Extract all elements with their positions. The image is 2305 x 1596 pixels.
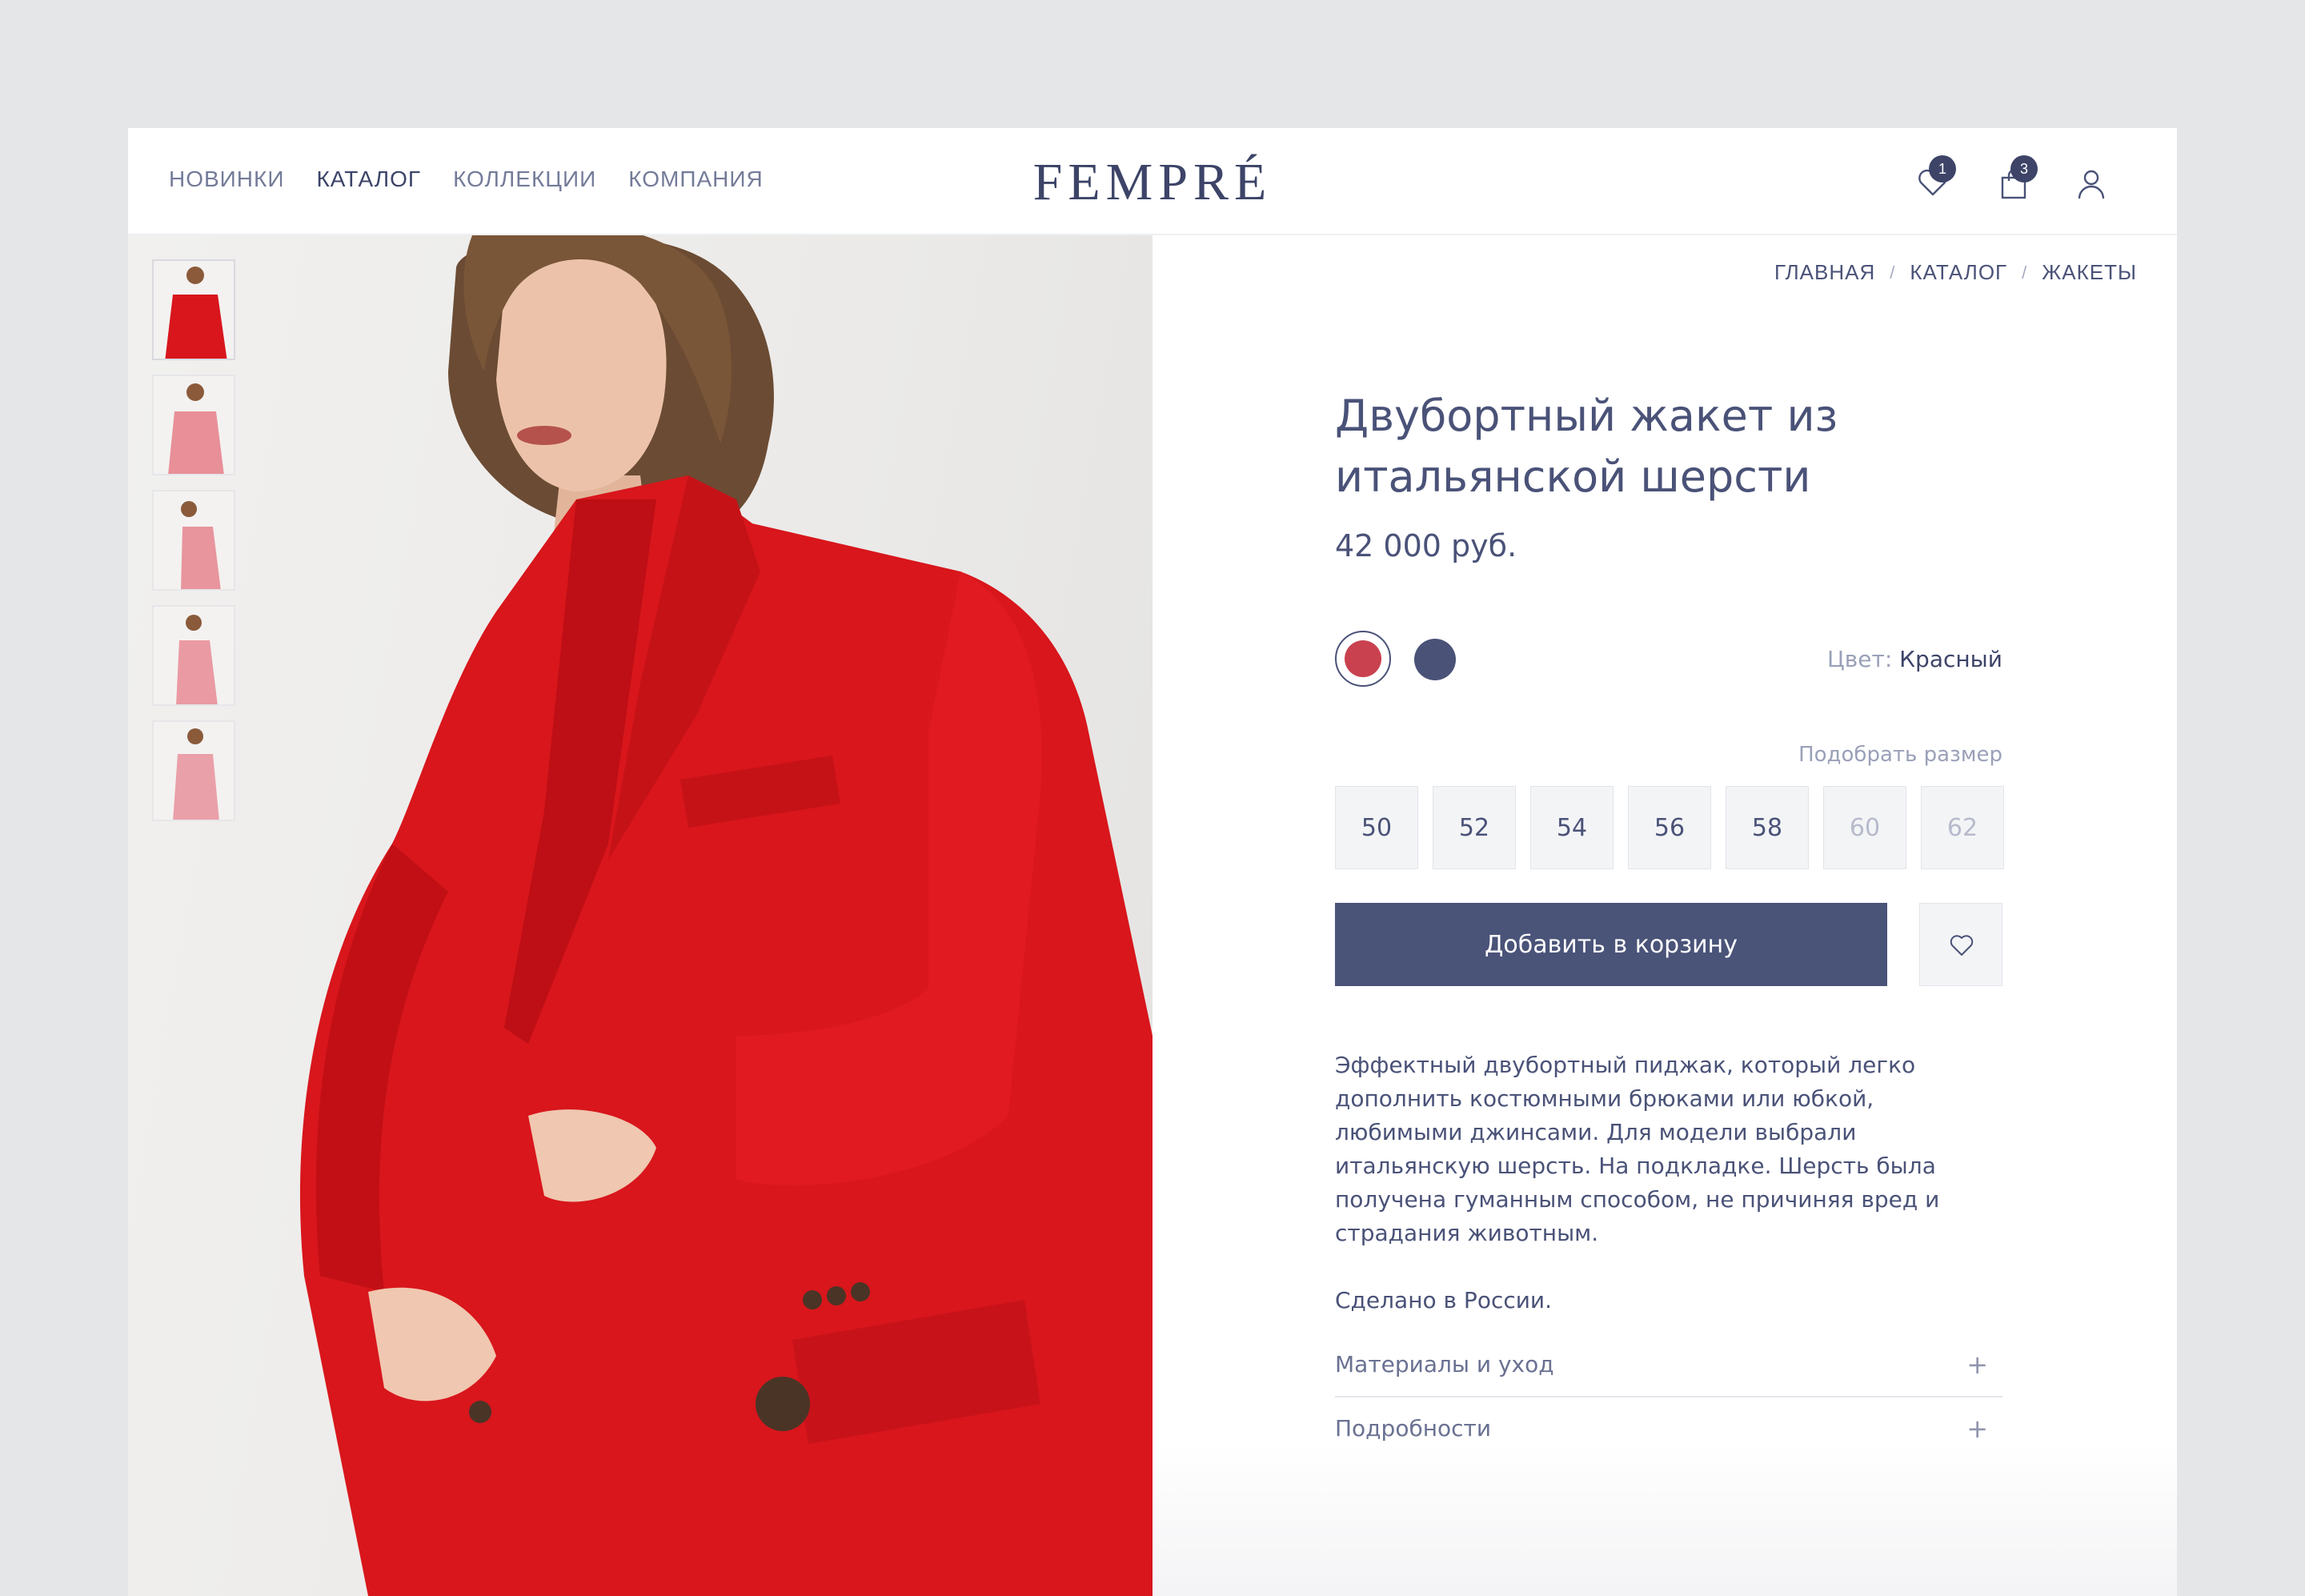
breadcrumb-jackets[interactable]: ЖАКЕТЫ (2042, 260, 2137, 285)
thumbnail-image (154, 376, 234, 474)
product-description: Эффектный двубортный пиджак, который лег… (1335, 1049, 2002, 1317)
accordion-details-label: Подробности (1335, 1415, 1492, 1442)
size-selector: 50 52 54 56 58 60 62 (1335, 786, 2004, 869)
size-guide-link[interactable]: Подобрать размер (1798, 743, 2002, 767)
size-option-60[interactable]: 60 (1823, 786, 1906, 869)
description-text: Эффектный двубортный пиджак, который лег… (1335, 1052, 1940, 1246)
size-option-58[interactable]: 58 (1726, 786, 1809, 869)
account-button[interactable] (2068, 160, 2113, 205)
size-option-62[interactable]: 62 (1921, 786, 2004, 869)
brand-logo[interactable]: FEMPRÉ (1032, 152, 1273, 213)
wishlist-count-badge: 1 (1929, 155, 1956, 182)
product-title: Двубортный жакет из итальянской шерсти (1335, 386, 1991, 507)
user-icon (2078, 170, 2105, 199)
size-option-54[interactable]: 54 (1530, 786, 1614, 869)
breadcrumb-catalog[interactable]: КАТАЛОГ (1910, 260, 2007, 285)
thumbnail-4[interactable] (152, 605, 235, 706)
product-price: 42 000 руб. (1335, 528, 1517, 563)
thumbnail-2[interactable] (152, 375, 235, 475)
thumbnail-gallery (152, 259, 235, 821)
plus-icon: + (1966, 1414, 1988, 1444)
main-nav: НОВИНКИ КАТАЛОГ КОЛЛЕКЦИИ КОМПАНИЯ (169, 166, 764, 192)
heart-icon (1950, 935, 1974, 956)
nav-item-new[interactable]: НОВИНКИ (169, 166, 284, 192)
plus-icon: + (1966, 1349, 1988, 1380)
thumbnail-1[interactable] (152, 259, 235, 360)
product-title-line-2: итальянской шерсти (1335, 451, 1811, 502)
color-swatch-navy[interactable] (1414, 639, 1456, 680)
product-title-line-1: Двубортный жакет из (1335, 391, 1838, 441)
color-value: Красный (1899, 646, 2002, 672)
breadcrumb-separator: / (1890, 262, 1896, 283)
thumbnail-image (154, 722, 234, 820)
model-in-red-jacket-image (299, 235, 1152, 1596)
accordion-materials[interactable]: Материалы и уход + (1335, 1333, 2002, 1398)
thumbnail-image (154, 491, 234, 589)
bottom-fade (1152, 1441, 2177, 1596)
site-header: НОВИНКИ КАТАЛОГ КОЛЛЕКЦИИ КОМПАНИЯ FEMPR… (128, 128, 2177, 235)
size-option-52[interactable]: 52 (1433, 786, 1516, 869)
breadcrumb-separator: / (2022, 262, 2028, 283)
selected-color: Цвет: Красный (1827, 646, 2002, 672)
origin-text: Сделано в России. (1335, 1287, 1553, 1313)
thumbnail-image (154, 607, 234, 704)
cart-count-badge: 3 (2010, 155, 2038, 182)
nav-item-collections[interactable]: КОЛЛЕКЦИИ (453, 166, 596, 192)
thumbnail-5[interactable] (152, 720, 235, 821)
accordion-materials-label: Материалы и уход (1335, 1351, 1554, 1377)
breadcrumb: ГЛАВНАЯ / КАТАЛОГ / ЖАКЕТЫ (1774, 260, 2137, 285)
color-label: Цвет: (1827, 646, 1893, 672)
product-photo[interactable] (128, 235, 1152, 1596)
nav-item-company[interactable]: КОМПАНИЯ (628, 166, 763, 192)
nav-item-catalog[interactable]: КАТАЛОГ (316, 166, 421, 192)
thumbnail-image (154, 261, 234, 359)
color-swatch-red[interactable] (1335, 631, 1391, 687)
thumbnail-3[interactable] (152, 490, 235, 591)
add-to-cart-button[interactable]: Добавить в корзину (1335, 903, 1887, 986)
wishlist-button[interactable]: 1 (1910, 155, 1956, 205)
cart-button[interactable]: 3 (1991, 155, 2038, 205)
page-frame: НОВИНКИ КАТАЛОГ КОЛЛЕКЦИИ КОМПАНИЯ FEMPR… (128, 128, 2177, 1596)
size-option-56[interactable]: 56 (1628, 786, 1711, 869)
breadcrumb-home[interactable]: ГЛАВНАЯ (1774, 260, 1875, 285)
add-to-wishlist-button[interactable] (1919, 903, 2002, 986)
size-option-50[interactable]: 50 (1335, 786, 1418, 869)
